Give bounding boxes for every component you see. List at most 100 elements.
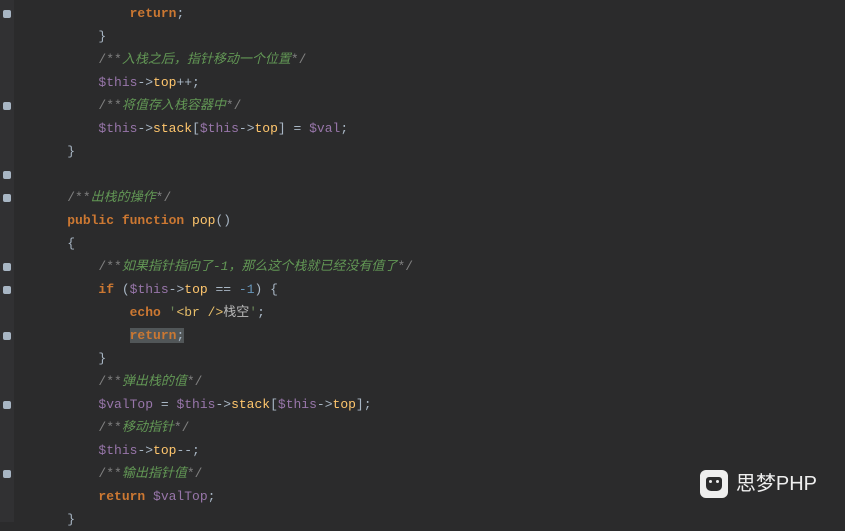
code-line[interactable]: $valTop = $this->stack[$this->top]; bbox=[14, 393, 845, 416]
gutter-mark bbox=[3, 263, 11, 271]
code-line[interactable]: /**弹出栈的值*/ bbox=[14, 370, 845, 393]
token: } bbox=[67, 512, 75, 527]
token: */ bbox=[187, 466, 203, 481]
token: 出栈的操作 bbox=[91, 190, 156, 205]
token: -> bbox=[137, 75, 153, 90]
code-line[interactable]: /**将值存入栈容器中*/ bbox=[14, 94, 845, 117]
token: */ bbox=[174, 420, 190, 435]
token: ' bbox=[249, 305, 257, 320]
token: if bbox=[98, 282, 121, 297]
token: /** bbox=[98, 98, 121, 113]
token: top bbox=[255, 121, 278, 136]
token: ; bbox=[340, 121, 348, 136]
token: { bbox=[67, 236, 75, 251]
token: $val bbox=[309, 121, 340, 136]
token: */ bbox=[187, 374, 203, 389]
token: */ bbox=[226, 98, 242, 113]
token: top bbox=[333, 397, 356, 412]
gutter-mark bbox=[3, 286, 11, 294]
code-line[interactable]: /**如果指针指向了-1，那么这个栈就已经没有值了*/ bbox=[14, 255, 845, 278]
token: 将值存入栈容器中 bbox=[122, 98, 226, 113]
token: <br /> bbox=[176, 305, 223, 320]
token: ) { bbox=[255, 282, 278, 297]
code-line[interactable]: { bbox=[14, 232, 845, 255]
editor-gutter bbox=[0, 0, 14, 522]
token: } bbox=[67, 144, 75, 159]
gutter-mark bbox=[3, 102, 11, 110]
gutter-mark bbox=[3, 332, 11, 340]
token: $this bbox=[176, 397, 215, 412]
code-line[interactable]: $this->top--; bbox=[14, 439, 845, 462]
token: */ bbox=[291, 52, 307, 67]
token: 移动指针 bbox=[122, 420, 174, 435]
code-line[interactable]: } bbox=[14, 508, 845, 531]
token: } bbox=[98, 351, 106, 366]
token: 栈空 bbox=[223, 305, 249, 320]
token: pop bbox=[192, 213, 215, 228]
code-line[interactable]: return; bbox=[14, 324, 845, 347]
token: public function bbox=[67, 213, 192, 228]
token: 弹出栈的值 bbox=[122, 374, 187, 389]
gutter-mark bbox=[3, 171, 11, 179]
code-line[interactable]: if ($this->top == -1) { bbox=[14, 278, 845, 301]
token: ; bbox=[176, 6, 184, 21]
token: /** bbox=[98, 52, 121, 67]
token: /** bbox=[98, 259, 121, 274]
token: -> bbox=[317, 397, 333, 412]
token: /** bbox=[98, 466, 121, 481]
token: ; bbox=[257, 305, 265, 320]
token: } bbox=[98, 29, 106, 44]
code-line[interactable]: } bbox=[14, 140, 845, 163]
token: ( bbox=[122, 282, 130, 297]
token: 输出指针值 bbox=[122, 466, 187, 481]
code-line[interactable]: echo '<br />栈空'; bbox=[14, 301, 845, 324]
token: */ bbox=[156, 190, 172, 205]
token: ; bbox=[208, 489, 216, 504]
token: ++; bbox=[176, 75, 199, 90]
gutter-mark bbox=[3, 194, 11, 202]
token: return bbox=[130, 6, 177, 21]
code-line[interactable]: $this->stack[$this->top] = $val; bbox=[14, 117, 845, 140]
token: $valTop bbox=[98, 397, 153, 412]
token: */ bbox=[397, 259, 413, 274]
token: -> bbox=[137, 443, 153, 458]
code-line[interactable]: /**入栈之后，指针移动一个位置*/ bbox=[14, 48, 845, 71]
token: ] = bbox=[278, 121, 309, 136]
code-line[interactable]: /**出栈的操作*/ bbox=[14, 186, 845, 209]
token: echo bbox=[130, 305, 169, 320]
token: $this bbox=[130, 282, 169, 297]
token: top bbox=[153, 443, 176, 458]
token: stack bbox=[231, 397, 270, 412]
token: top bbox=[184, 282, 207, 297]
token: -> bbox=[137, 121, 153, 136]
watermark-text: 思梦PHP bbox=[736, 473, 817, 496]
token: -> bbox=[239, 121, 255, 136]
code-line[interactable] bbox=[14, 163, 845, 186]
code-line[interactable]: return; bbox=[14, 2, 845, 25]
token: -> bbox=[169, 282, 185, 297]
token: return bbox=[130, 328, 177, 343]
code-line[interactable]: public function pop() bbox=[14, 209, 845, 232]
token: $valTop bbox=[153, 489, 208, 504]
token: [ bbox=[192, 121, 200, 136]
code-line[interactable]: } bbox=[14, 25, 845, 48]
watermark: 思梦PHP bbox=[700, 470, 817, 498]
token: $this bbox=[98, 443, 137, 458]
token: -1 bbox=[239, 282, 255, 297]
code-editor[interactable]: return; } /**入栈之后，指针移动一个位置*/ $this->top+… bbox=[14, 0, 845, 531]
token: $this bbox=[200, 121, 239, 136]
token: 入栈之后，指针移动一个位置 bbox=[122, 52, 291, 67]
token: --; bbox=[176, 443, 199, 458]
code-line[interactable]: } bbox=[14, 347, 845, 370]
token: return bbox=[98, 489, 153, 504]
token: $this bbox=[98, 121, 137, 136]
token: == bbox=[208, 282, 239, 297]
code-line[interactable]: $this->top++; bbox=[14, 71, 845, 94]
token: stack bbox=[153, 121, 192, 136]
token: $this bbox=[278, 397, 317, 412]
token: ; bbox=[176, 328, 184, 343]
code-line[interactable]: /**移动指针*/ bbox=[14, 416, 845, 439]
token: top bbox=[153, 75, 176, 90]
wechat-icon bbox=[700, 470, 728, 498]
token: -> bbox=[215, 397, 231, 412]
